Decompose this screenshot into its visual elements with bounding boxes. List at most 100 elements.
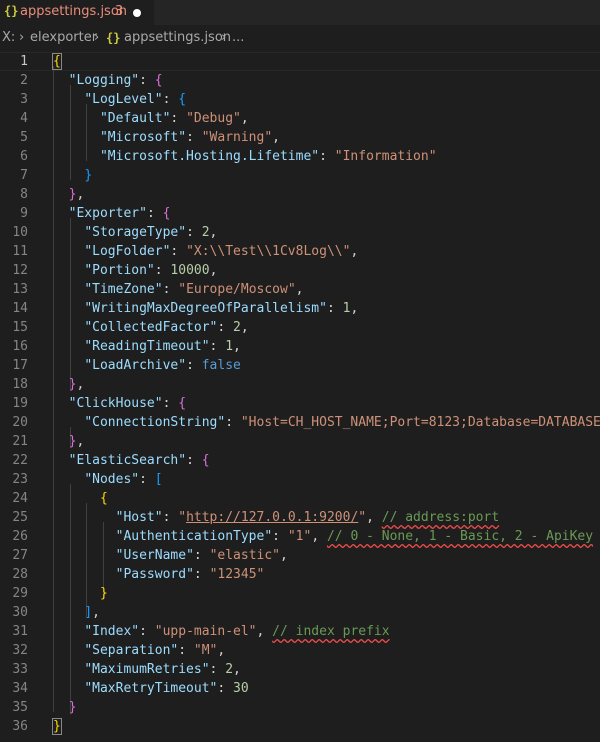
code-line: "Host": "http://127.0.0.1:9200/", // add… xyxy=(53,508,500,527)
code-token: "Logging" xyxy=(68,73,140,88)
line-number: 25 xyxy=(12,510,28,525)
code-token: " xyxy=(358,510,367,525)
line-number: 24 xyxy=(12,491,28,506)
code-token: , xyxy=(350,244,359,259)
code-token: { xyxy=(201,453,210,468)
code-token: "LogFolder" xyxy=(84,244,171,259)
code-token: "Portion" xyxy=(84,263,155,278)
line-number: 3 xyxy=(20,92,28,107)
code-line: } xyxy=(53,584,108,603)
code-token: : xyxy=(217,681,234,696)
code-token: "1" xyxy=(287,529,312,544)
breadcrumb-more[interactable]: ... xyxy=(232,30,244,45)
line-number: 5 xyxy=(20,130,28,145)
code-token: "Debug" xyxy=(186,111,241,126)
chevron-right-icon: › xyxy=(19,30,25,45)
code-token: : xyxy=(170,111,187,126)
code-line: "CollectedFactor": 2, xyxy=(53,318,249,337)
code-token: } xyxy=(68,700,77,715)
code-token: "M" xyxy=(193,643,218,658)
code-token: 30 xyxy=(233,681,249,696)
line-number: 1 xyxy=(20,54,28,69)
line-number: 31 xyxy=(12,624,28,639)
code-token: : xyxy=(139,624,155,639)
code-token: "AuthenticationType" xyxy=(115,529,273,544)
line-number: 27 xyxy=(12,548,28,563)
code-token: "LogLevel" xyxy=(84,92,163,107)
line-number: 30 xyxy=(12,605,28,620)
tab-appsettings-json[interactable]: {} appsettings.json 3 xyxy=(0,0,154,25)
code-token: { xyxy=(52,53,62,70)
unsaved-dot-icon[interactable] xyxy=(133,9,141,17)
code-token: "Host" xyxy=(115,510,163,525)
json-file-icon: {} xyxy=(106,31,121,45)
code-line: "ClickHouse": { xyxy=(53,394,186,413)
code-token: "WritingMaxDegreeOfParallelism" xyxy=(84,301,327,316)
code-editor[interactable]: { "Logging": { "LogLevel": { "Default": … xyxy=(40,47,600,742)
breadcrumb-file[interactable]: appsettings.json xyxy=(124,30,231,45)
code-token: "Nodes" xyxy=(84,472,140,487)
code-token: , xyxy=(76,187,85,202)
code-token: { xyxy=(162,206,171,221)
code-token: "ElasticSearch" xyxy=(68,453,187,468)
code-token: , xyxy=(256,624,273,639)
code-token: "Password" xyxy=(115,567,194,582)
line-number: 19 xyxy=(12,396,28,411)
code-token: : xyxy=(186,358,202,373)
code-line: "LoadArchive": false xyxy=(53,356,241,375)
code-token: : xyxy=(186,453,202,468)
line-number: 9 xyxy=(20,206,28,221)
code-token: "Exporter" xyxy=(68,206,147,221)
code-token: : xyxy=(209,339,226,354)
line-number: 28 xyxy=(12,567,28,582)
line-number: 22 xyxy=(12,453,28,468)
chevron-right-icon: › xyxy=(221,30,227,45)
line-number: 23 xyxy=(12,472,28,487)
code-line: "Portion": 10000, xyxy=(53,261,217,280)
breadcrumb-folder[interactable]: elexporter xyxy=(30,30,97,45)
code-token: { xyxy=(178,396,187,411)
code-token: } xyxy=(52,718,62,735)
code-line: "Index": "upp-main-el", // index prefix xyxy=(53,622,389,641)
code-token: { xyxy=(99,491,108,506)
code-token: : xyxy=(326,301,343,316)
code-line: "Separation": "M", xyxy=(53,641,225,660)
code-line: } xyxy=(53,166,92,185)
code-token: , xyxy=(366,510,382,525)
line-number: 11 xyxy=(12,244,28,259)
line-number: 29 xyxy=(12,586,28,601)
code-token: 2 xyxy=(233,320,241,335)
line-number: 26 xyxy=(12,529,28,544)
code-line: { xyxy=(53,489,108,508)
code-token: , xyxy=(217,643,226,658)
code-token: , xyxy=(233,662,241,677)
code-line: "TimeZone": "Europe/Moscow", xyxy=(53,280,303,299)
code-line: "Nodes": [ xyxy=(53,470,162,489)
line-number: 7 xyxy=(20,168,28,183)
code-token: // 0 - None, 1 - Basic, 2 - ApiKey xyxy=(326,529,594,544)
line-number: 2 xyxy=(20,73,28,88)
breadcrumb: X: › elexporter › {} appsettings.json › … xyxy=(0,25,600,47)
code-token: "Microsoft" xyxy=(99,130,187,145)
code-token: "LoadArchive" xyxy=(84,358,187,373)
code-token: , xyxy=(240,111,249,126)
code-token: } xyxy=(99,586,108,601)
code-token: , xyxy=(272,130,280,145)
code-token: , xyxy=(240,320,249,335)
breadcrumb-root[interactable]: X: xyxy=(2,30,15,45)
